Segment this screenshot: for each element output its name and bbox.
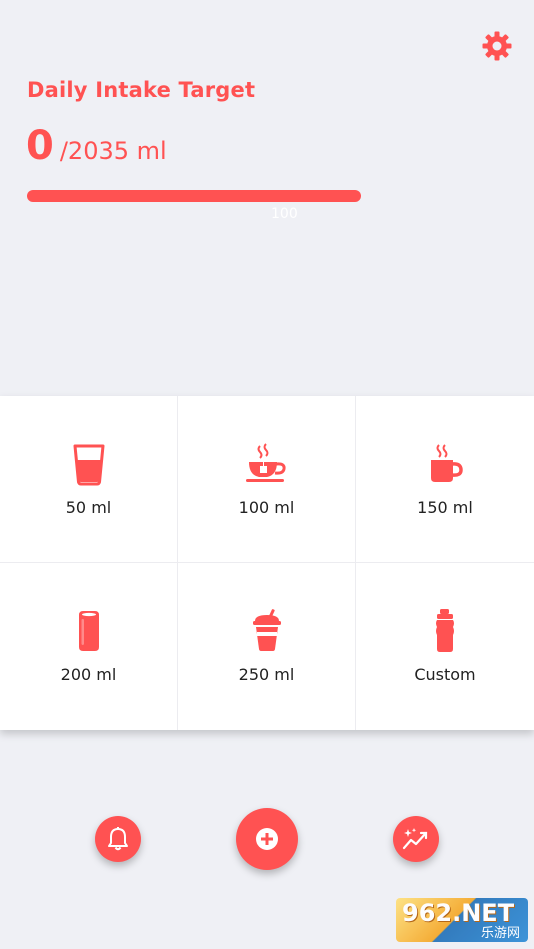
bottle-icon xyxy=(436,609,454,652)
preset-label: 50 ml xyxy=(65,498,112,517)
preset-custom[interactable]: Custom xyxy=(356,563,534,730)
preset-250ml[interactable]: 250 ml xyxy=(178,563,356,730)
watermark-sub-text: 乐游网 xyxy=(480,926,520,941)
preset-label: 250 ml xyxy=(238,665,295,684)
preset-label: 200 ml xyxy=(60,665,117,684)
mug-icon xyxy=(431,444,463,482)
statistics-button[interactable] xyxy=(393,816,439,862)
chart-trend-icon xyxy=(402,828,428,850)
current-intake-value: 0 xyxy=(26,123,54,169)
glass-icon xyxy=(73,444,104,486)
gear-icon[interactable] xyxy=(481,30,513,62)
target-intake-value: /2035 ml xyxy=(59,137,167,165)
reminder-button[interactable] xyxy=(95,816,141,862)
app-screen: Daily Intake Target 0/2035 ml 100 50 ml xyxy=(0,0,534,949)
bell-icon xyxy=(108,827,128,851)
can-icon xyxy=(78,611,99,651)
preset-200ml[interactable]: 200 ml xyxy=(0,563,178,730)
progress-label: 100 xyxy=(271,206,298,222)
drink-preset-grid: 50 ml 100 ml 150 ml 200 ml 250 ml Custom xyxy=(0,396,534,730)
tea-cup-icon xyxy=(245,443,286,482)
preset-label: Custom xyxy=(414,665,476,684)
watermark: 962.NET 乐游网 xyxy=(396,898,528,942)
takeaway-cup-icon xyxy=(252,609,281,651)
preset-150ml[interactable]: 150 ml xyxy=(356,396,534,563)
page-title: Daily Intake Target xyxy=(27,78,256,102)
intake-progress-bar xyxy=(27,190,361,202)
preset-50ml[interactable]: 50 ml xyxy=(0,396,178,563)
preset-100ml[interactable]: 100 ml xyxy=(178,396,356,563)
preset-label: 100 ml xyxy=(238,498,295,517)
add-drink-button[interactable] xyxy=(236,808,298,870)
intake-summary: 0/2035 ml xyxy=(26,123,167,169)
preset-label: 150 ml xyxy=(417,498,473,517)
plus-circle-icon xyxy=(256,828,278,850)
